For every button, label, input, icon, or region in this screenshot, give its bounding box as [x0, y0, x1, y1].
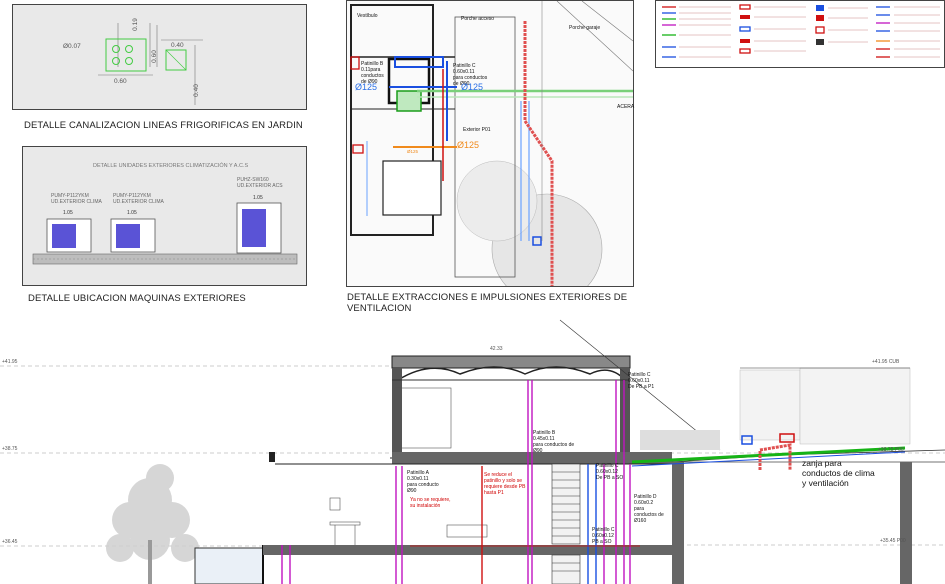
exterior-label: Exterior P01	[463, 127, 491, 133]
right-level-mid: +38.75 P00	[878, 447, 904, 453]
duct-label-d: Ø125	[407, 149, 419, 154]
level-mid: +38.75	[2, 446, 18, 452]
caption-maquinas: DETALLE UBICACION MAQUINAS EXTERIORES	[28, 293, 246, 304]
dim-top: 0.19	[131, 18, 139, 31]
jardin-detail-drawing	[98, 23, 203, 105]
maquinas-detail-panel: DETALLE UNIDADES EXTERIORES CLIMATIZACIÓ…	[22, 146, 307, 286]
unit1-label: PUMY-P112YKM UD.EXTERIOR CLIMA	[51, 193, 102, 205]
dim-low: 0.40	[192, 84, 200, 97]
patinillo-a-label: Patinillo A 0.30x0.11 para conducto Ø90	[407, 470, 439, 494]
unit2-width: 1.05	[127, 210, 137, 216]
room-vestibulo: Vestíbulo	[357, 13, 378, 19]
unit3-label: PUHZ-SW160 UD.EXTERIOR ACS	[237, 177, 283, 189]
legend-drawing	[662, 4, 940, 58]
caption-jardin: DETALLE CANALIZACION LINEAS FRIGORIFICAS…	[24, 120, 303, 131]
unit2-label: PUMY-P112YKM UD.EXTERIOR CLIMA	[113, 193, 164, 205]
ventilacion-drawing	[350, 1, 633, 286]
dim-pipe: Ø0.07	[63, 43, 81, 50]
legend-panel	[655, 0, 945, 68]
patinillo-d-label: Patinillo D 0.60x0.2 para conductos de Ø…	[634, 494, 664, 524]
duct-label-b: Ø125	[461, 82, 484, 92]
dim-width: 0.60	[114, 78, 127, 85]
room-porche-garaje: Porche garaje	[569, 25, 601, 31]
acera-label: ACERA	[617, 104, 635, 110]
ventilacion-detail-panel: Vestíbulo Porche acceso Porche garaje Pa…	[346, 0, 634, 287]
unit1-width: 1.05	[63, 210, 73, 216]
patinillo-c-top-label: Patinillo C 0.60x0.11 De PB a P1	[628, 372, 655, 390]
right-level-low: +35.45 P00	[880, 538, 906, 544]
duct-label-a: Ø125	[355, 82, 378, 92]
room-porche-acceso: Porche acceso	[461, 16, 495, 22]
level-top: +41.95	[2, 359, 18, 365]
unit3-width: 1.05	[253, 195, 263, 201]
duct-label-c: Ø125	[457, 140, 480, 150]
caption-ventilacion-2: VENTILACION	[347, 303, 412, 314]
patinillo-c-label: Patinillo C 0.60x0.12 De PB a SO	[596, 463, 624, 481]
caption-ventilacion-1: DETALLE EXTRACCIONES E IMPULSIONES EXTER…	[347, 292, 628, 303]
jardin-detail-panel: Ø0.07 0.60 0.60 0.19 0.40 0.40	[12, 4, 307, 110]
dim-height: 0.60	[150, 50, 158, 63]
patinillo-b-section-label: Patinillo B 0.45x0.11 para conductos de …	[533, 430, 575, 454]
zanja-label: zanja para conductos de clima y ventilac…	[802, 458, 875, 488]
patinillo-a-note: Ya no se requiere, su instalación	[410, 497, 451, 509]
dim-box: 0.40	[171, 42, 184, 49]
top-dim: 42.33	[490, 346, 503, 352]
level-low: +36.45	[2, 539, 18, 545]
patinillo-reduce-note: Se reduce el patinillo y solo se requier…	[484, 472, 526, 496]
patinillo-c-low-label: Patinillo C 0.60x0.12 PB a SO	[592, 527, 615, 545]
maquinas-drawing	[32, 202, 298, 265]
right-level-top: +41.95 CUB	[872, 359, 900, 365]
